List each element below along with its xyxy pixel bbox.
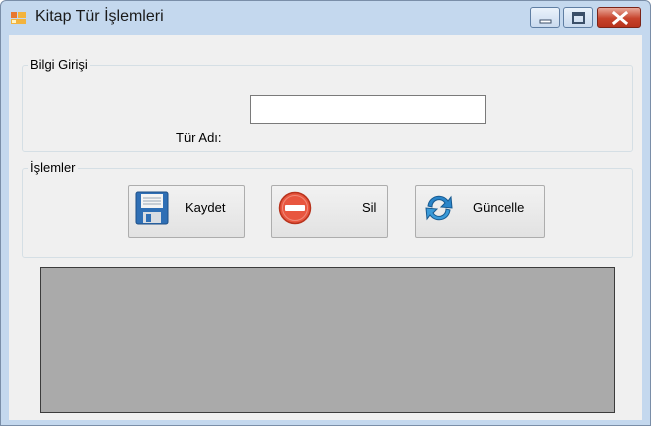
floppy-disk-icon	[135, 191, 169, 225]
delete-button-label: Sil	[362, 200, 377, 215]
form-icon	[11, 11, 27, 25]
info-group-legend: Bilgi Girişi	[28, 57, 90, 72]
app-window: Kitap Tür İşlemleri Bilgi Girişi Tür Adı…	[0, 0, 651, 426]
update-button-label: Güncelle	[473, 200, 525, 215]
minimize-button[interactable]	[530, 7, 560, 28]
maximize-button[interactable]	[563, 7, 593, 28]
save-button[interactable]: Kaydet	[128, 185, 245, 238]
delete-button[interactable]: Sil	[271, 185, 388, 238]
close-button[interactable]	[597, 7, 641, 28]
form-client-area: Bilgi Girişi Tür Adı: İşlemler Kaydet Si…	[9, 35, 642, 420]
delete-minus-icon	[278, 191, 312, 225]
type-name-label: Tür Adı:	[176, 130, 222, 145]
book-types-grid[interactable]	[40, 267, 615, 413]
title-bar[interactable]: Kitap Tür İşlemleri	[1, 1, 650, 35]
actions-group-legend: İşlemler	[28, 160, 78, 175]
update-button[interactable]: Güncelle	[415, 185, 545, 238]
window-title: Kitap Tür İşlemleri	[35, 8, 164, 25]
refresh-icon	[422, 191, 456, 225]
type-name-input[interactable]	[250, 95, 486, 124]
save-button-label: Kaydet	[185, 200, 226, 215]
